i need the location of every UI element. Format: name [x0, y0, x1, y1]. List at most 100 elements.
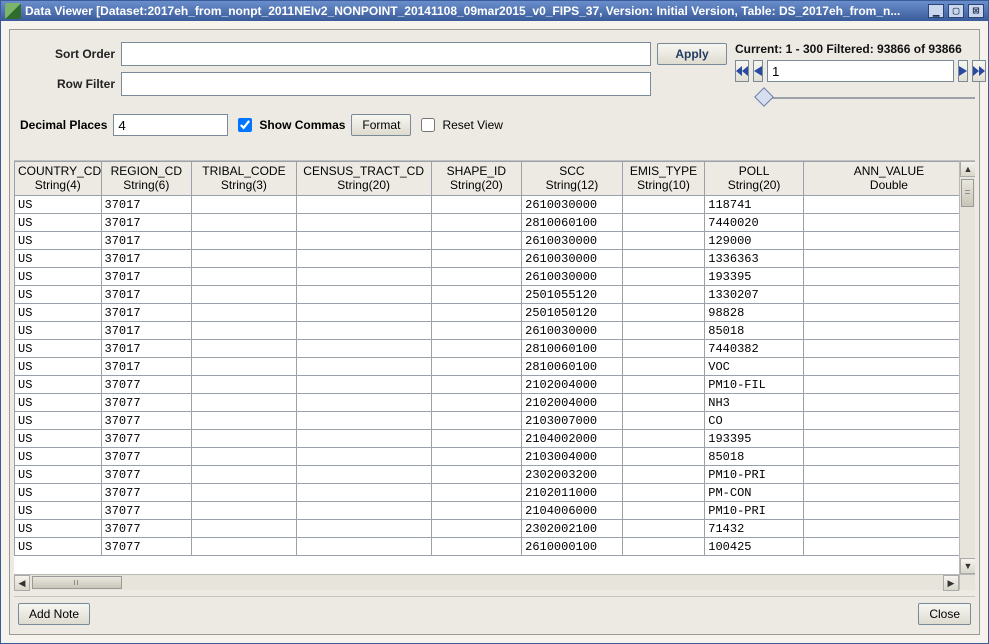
scroll-left-icon[interactable]: ◀: [14, 575, 30, 591]
table-cell[interactable]: US: [15, 358, 102, 376]
table-cell[interactable]: [296, 358, 431, 376]
last-page-button[interactable]: [972, 60, 986, 82]
table-cell[interactable]: [431, 484, 522, 502]
hscroll-track[interactable]: [30, 575, 943, 590]
table-cell[interactable]: 2810060100: [522, 214, 623, 232]
table-cell[interactable]: [431, 232, 522, 250]
table-cell[interactable]: [431, 448, 522, 466]
table-cell[interactable]: [622, 322, 705, 340]
table-cell[interactable]: [431, 304, 522, 322]
table-cell[interactable]: 71432: [705, 520, 804, 538]
table-cell[interactable]: [192, 214, 297, 232]
table-cell[interactable]: 2610030000: [522, 196, 623, 214]
table-cell[interactable]: 193395: [705, 430, 804, 448]
table-cell[interactable]: [803, 538, 974, 556]
sort-order-input[interactable]: [121, 42, 651, 66]
decimal-places-input[interactable]: [113, 114, 228, 136]
table-cell[interactable]: US: [15, 232, 102, 250]
table-cell[interactable]: [296, 502, 431, 520]
table-row[interactable]: US370172610030000193395: [15, 268, 975, 286]
table-cell[interactable]: [296, 376, 431, 394]
table-cell[interactable]: 37077: [101, 502, 192, 520]
slider-thumb[interactable]: [754, 87, 774, 107]
table-cell[interactable]: [192, 538, 297, 556]
column-header[interactable]: TRIBAL_CODEString(3): [192, 162, 297, 196]
table-cell[interactable]: 37017: [101, 286, 192, 304]
table-cell[interactable]: [622, 268, 705, 286]
table-cell[interactable]: [622, 538, 705, 556]
table-cell[interactable]: [192, 268, 297, 286]
table-row[interactable]: US37017 2501055120 1330207: [15, 286, 975, 304]
table-cell[interactable]: [296, 412, 431, 430]
table-cell[interactable]: [803, 358, 974, 376]
table-row[interactable]: US370772104006000PM10-PRI: [15, 502, 975, 520]
table-cell[interactable]: [803, 376, 974, 394]
table-cell[interactable]: [296, 520, 431, 538]
horizontal-scrollbar[interactable]: ◀ ▶: [14, 574, 959, 590]
table-cell[interactable]: [296, 214, 431, 232]
table-cell[interactable]: [296, 286, 431, 304]
table-cell[interactable]: 2302002100: [522, 520, 623, 538]
column-header[interactable]: EMIS_TYPEString(10): [622, 162, 705, 196]
table-cell[interactable]: 85018: [705, 448, 804, 466]
vscroll-thumb[interactable]: [961, 179, 974, 207]
table-cell[interactable]: US: [15, 394, 102, 412]
table-cell[interactable]: PM10-FIL: [705, 376, 804, 394]
table-cell[interactable]: US: [15, 268, 102, 286]
scroll-up-icon[interactable]: ▲: [960, 161, 975, 177]
table-row[interactable]: US370172610030000129000: [15, 232, 975, 250]
table-cell[interactable]: [803, 268, 974, 286]
table-cell[interactable]: US: [15, 376, 102, 394]
table-cell[interactable]: 2810060100: [522, 340, 623, 358]
table-cell[interactable]: 2610000100: [522, 538, 623, 556]
table-cell[interactable]: [431, 394, 522, 412]
page-number-input[interactable]: [767, 60, 954, 82]
table-cell[interactable]: 2104006000: [522, 502, 623, 520]
table-cell[interactable]: US: [15, 214, 102, 232]
table-cell[interactable]: [622, 232, 705, 250]
table-cell[interactable]: [622, 358, 705, 376]
table-cell[interactable]: 37077: [101, 376, 192, 394]
table-cell[interactable]: [296, 538, 431, 556]
table-cell[interactable]: [296, 304, 431, 322]
table-cell[interactable]: [192, 502, 297, 520]
table-cell[interactable]: [192, 520, 297, 538]
table-cell[interactable]: [803, 394, 974, 412]
table-row[interactable]: US370772102004000PM10-FIL: [15, 376, 975, 394]
table-cell[interactable]: [296, 268, 431, 286]
table-cell[interactable]: US: [15, 430, 102, 448]
table-cell[interactable]: [803, 250, 974, 268]
table-cell[interactable]: [431, 412, 522, 430]
table-cell[interactable]: [296, 394, 431, 412]
table-cell[interactable]: [803, 484, 974, 502]
table-cell[interactable]: 1330207: [705, 286, 804, 304]
table-cell[interactable]: US: [15, 286, 102, 304]
table-cell[interactable]: [803, 322, 974, 340]
table-cell[interactable]: [431, 286, 522, 304]
table-cell[interactable]: 37077: [101, 412, 192, 430]
table-row[interactable]: US37017250105012098828: [15, 304, 975, 322]
table-cell[interactable]: 37017: [101, 232, 192, 250]
table-cell[interactable]: [192, 448, 297, 466]
table-cell[interactable]: 2610030000: [522, 268, 623, 286]
table-cell[interactable]: 2104002000: [522, 430, 623, 448]
table-row[interactable]: US370172810060100VOC: [15, 358, 975, 376]
table-cell[interactable]: 37077: [101, 538, 192, 556]
table-cell[interactable]: [803, 412, 974, 430]
vscroll-track[interactable]: [960, 177, 975, 558]
table-cell[interactable]: 2501055120: [522, 286, 623, 304]
table-cell[interactable]: NH3: [705, 394, 804, 412]
table-row[interactable]: US37077210300400085018: [15, 448, 975, 466]
scroll-down-icon[interactable]: ▼: [960, 558, 975, 574]
column-header[interactable]: REGION_CDString(6): [101, 162, 192, 196]
table-cell[interactable]: 2102004000: [522, 394, 623, 412]
table-cell[interactable]: [192, 322, 297, 340]
table-cell[interactable]: [803, 304, 974, 322]
column-header[interactable]: POLLString(20): [705, 162, 804, 196]
table-row[interactable]: US370772102011000PM-CON: [15, 484, 975, 502]
table-cell[interactable]: [296, 430, 431, 448]
minimize-icon[interactable]: ▁: [928, 4, 944, 18]
table-cell[interactable]: 37077: [101, 484, 192, 502]
table-cell[interactable]: [622, 412, 705, 430]
table-cell[interactable]: [622, 448, 705, 466]
